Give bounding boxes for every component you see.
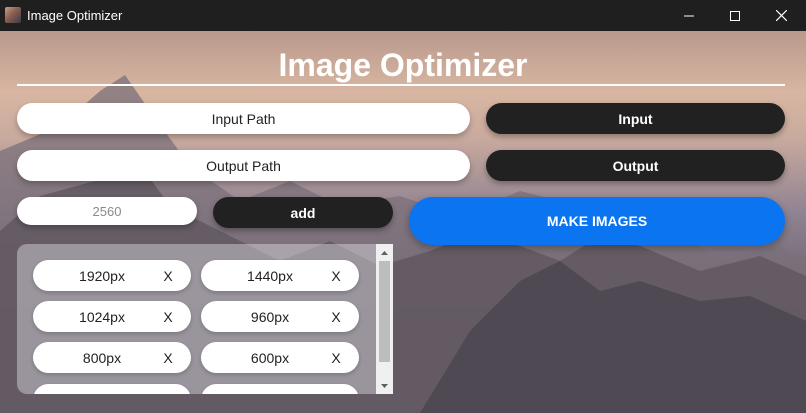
- size-chip: 1920px X: [33, 260, 191, 291]
- size-chip: 1024px X: [33, 301, 191, 332]
- size-list: 1920px X 1440px X 1024px X 960px X 800px…: [17, 244, 393, 394]
- make-images-button[interactable]: MAKE IMAGES: [409, 197, 785, 245]
- size-chip: 600px X: [201, 342, 359, 373]
- size-chip-partial: [33, 384, 191, 394]
- app-icon: [5, 7, 21, 23]
- size-label: 960px: [250, 309, 290, 325]
- minimize-icon: [684, 15, 694, 16]
- output-button[interactable]: Output: [486, 150, 785, 181]
- close-icon: [775, 10, 787, 21]
- remove-size-button[interactable]: X: [160, 309, 176, 325]
- app-window: Image Optimizer Image Optimizer Input Pa…: [0, 0, 806, 413]
- size-chip: 800px X: [33, 342, 191, 373]
- remove-size-button[interactable]: X: [328, 309, 344, 325]
- size-chip-partial: [201, 384, 359, 394]
- scroll-thumb[interactable]: [379, 261, 390, 362]
- window-title: Image Optimizer: [27, 8, 123, 23]
- maximize-icon: [730, 10, 740, 21]
- output-path-field[interactable]: Output Path: [17, 150, 470, 181]
- close-button[interactable]: [758, 0, 804, 31]
- add-size-button[interactable]: add: [213, 197, 393, 228]
- maximize-button[interactable]: [712, 0, 758, 31]
- scroll-down-button[interactable]: [376, 377, 393, 394]
- page-heading: Image Optimizer: [278, 47, 528, 83]
- size-chip: 1440px X: [201, 260, 359, 291]
- heading-divider: [17, 84, 785, 86]
- size-label: 800px: [82, 350, 122, 366]
- scroll-up-button[interactable]: [376, 244, 393, 261]
- title-bar: Image Optimizer: [0, 0, 806, 31]
- remove-size-button[interactable]: X: [328, 350, 344, 366]
- size-input[interactable]: 2560: [17, 197, 197, 225]
- minimize-button[interactable]: [666, 0, 712, 31]
- size-label: 1920px: [79, 268, 125, 284]
- size-label: 1024px: [79, 309, 125, 325]
- arrow-up-icon: [381, 250, 388, 255]
- remove-size-button[interactable]: X: [160, 350, 176, 366]
- arrow-down-icon: [381, 383, 388, 388]
- remove-size-button[interactable]: X: [160, 268, 176, 284]
- main-panel: Image Optimizer Input Path Input Output …: [0, 31, 806, 413]
- size-label: 1440px: [247, 268, 293, 284]
- size-list-scrollbar[interactable]: [376, 244, 393, 394]
- input-path-field[interactable]: Input Path: [17, 103, 470, 134]
- size-label: 600px: [250, 350, 290, 366]
- size-chip: 960px X: [201, 301, 359, 332]
- input-button[interactable]: Input: [486, 103, 785, 134]
- remove-size-button[interactable]: X: [328, 268, 344, 284]
